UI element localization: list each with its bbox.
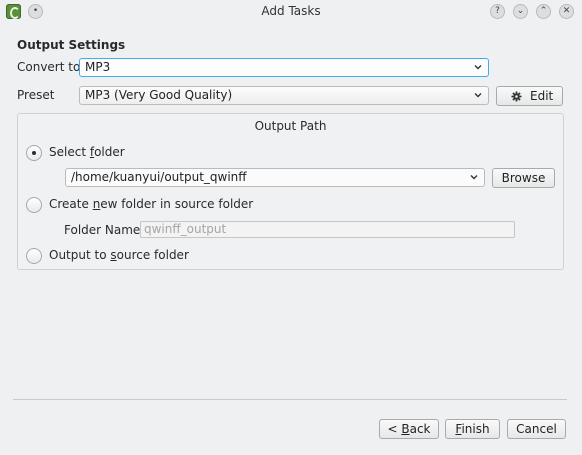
output-path-heading: Output Path [254, 119, 327, 133]
edit-button-label: Edit [530, 89, 554, 103]
preset-value: MP3 (Very Good Quality) [85, 88, 233, 102]
close-button[interactable]: ✕ [559, 4, 574, 19]
finish-button[interactable]: Finish [445, 419, 500, 439]
create-new-folder-radio[interactable] [26, 197, 42, 213]
help-button[interactable]: ? [490, 4, 505, 19]
select-folder-radio[interactable] [26, 145, 42, 161]
output-settings-heading: Output Settings [17, 38, 126, 52]
add-tasks-dialog: • Add Tasks ? ⌄ ⌃ ✕ Output Settings Conv… [0, 0, 582, 455]
convert-to-combo[interactable]: MP3 [79, 58, 489, 77]
convert-to-label: Convert to [17, 60, 81, 74]
cancel-button[interactable]: Cancel [507, 419, 566, 439]
browse-button[interactable]: Browse [492, 168, 555, 188]
maximize-button[interactable]: ⌃ [536, 4, 551, 19]
folder-path-combo[interactable]: /home/kuanyui/output_qwinff [65, 168, 485, 187]
minimize-button[interactable]: ⌄ [513, 4, 528, 19]
folder-path-value: /home/kuanyui/output_qwinff [71, 170, 247, 184]
create-new-folder-label[interactable]: Create new folder in source folder [49, 197, 253, 211]
gear-icon [511, 91, 522, 102]
preset-combo[interactable]: MP3 (Very Good Quality) [79, 86, 489, 105]
preset-label: Preset [17, 88, 55, 102]
chevron-down-icon [470, 175, 478, 180]
edit-button[interactable]: Edit [496, 86, 563, 106]
output-path-group [17, 113, 564, 270]
chevron-down-icon [474, 93, 482, 98]
folder-name-input[interactable]: qwinff_output [140, 221, 515, 238]
footer-separator [13, 399, 567, 400]
chevron-down-icon [474, 65, 482, 70]
folder-name-label: Folder Name [64, 223, 141, 237]
title-bar: • Add Tasks ? ⌄ ⌃ ✕ [0, 0, 582, 24]
select-folder-label[interactable]: Select folder [49, 145, 125, 159]
convert-to-value: MP3 [85, 60, 111, 74]
output-to-source-label[interactable]: Output to source folder [49, 248, 189, 262]
back-button[interactable]: < Back [379, 419, 439, 439]
output-to-source-radio[interactable] [26, 248, 42, 264]
